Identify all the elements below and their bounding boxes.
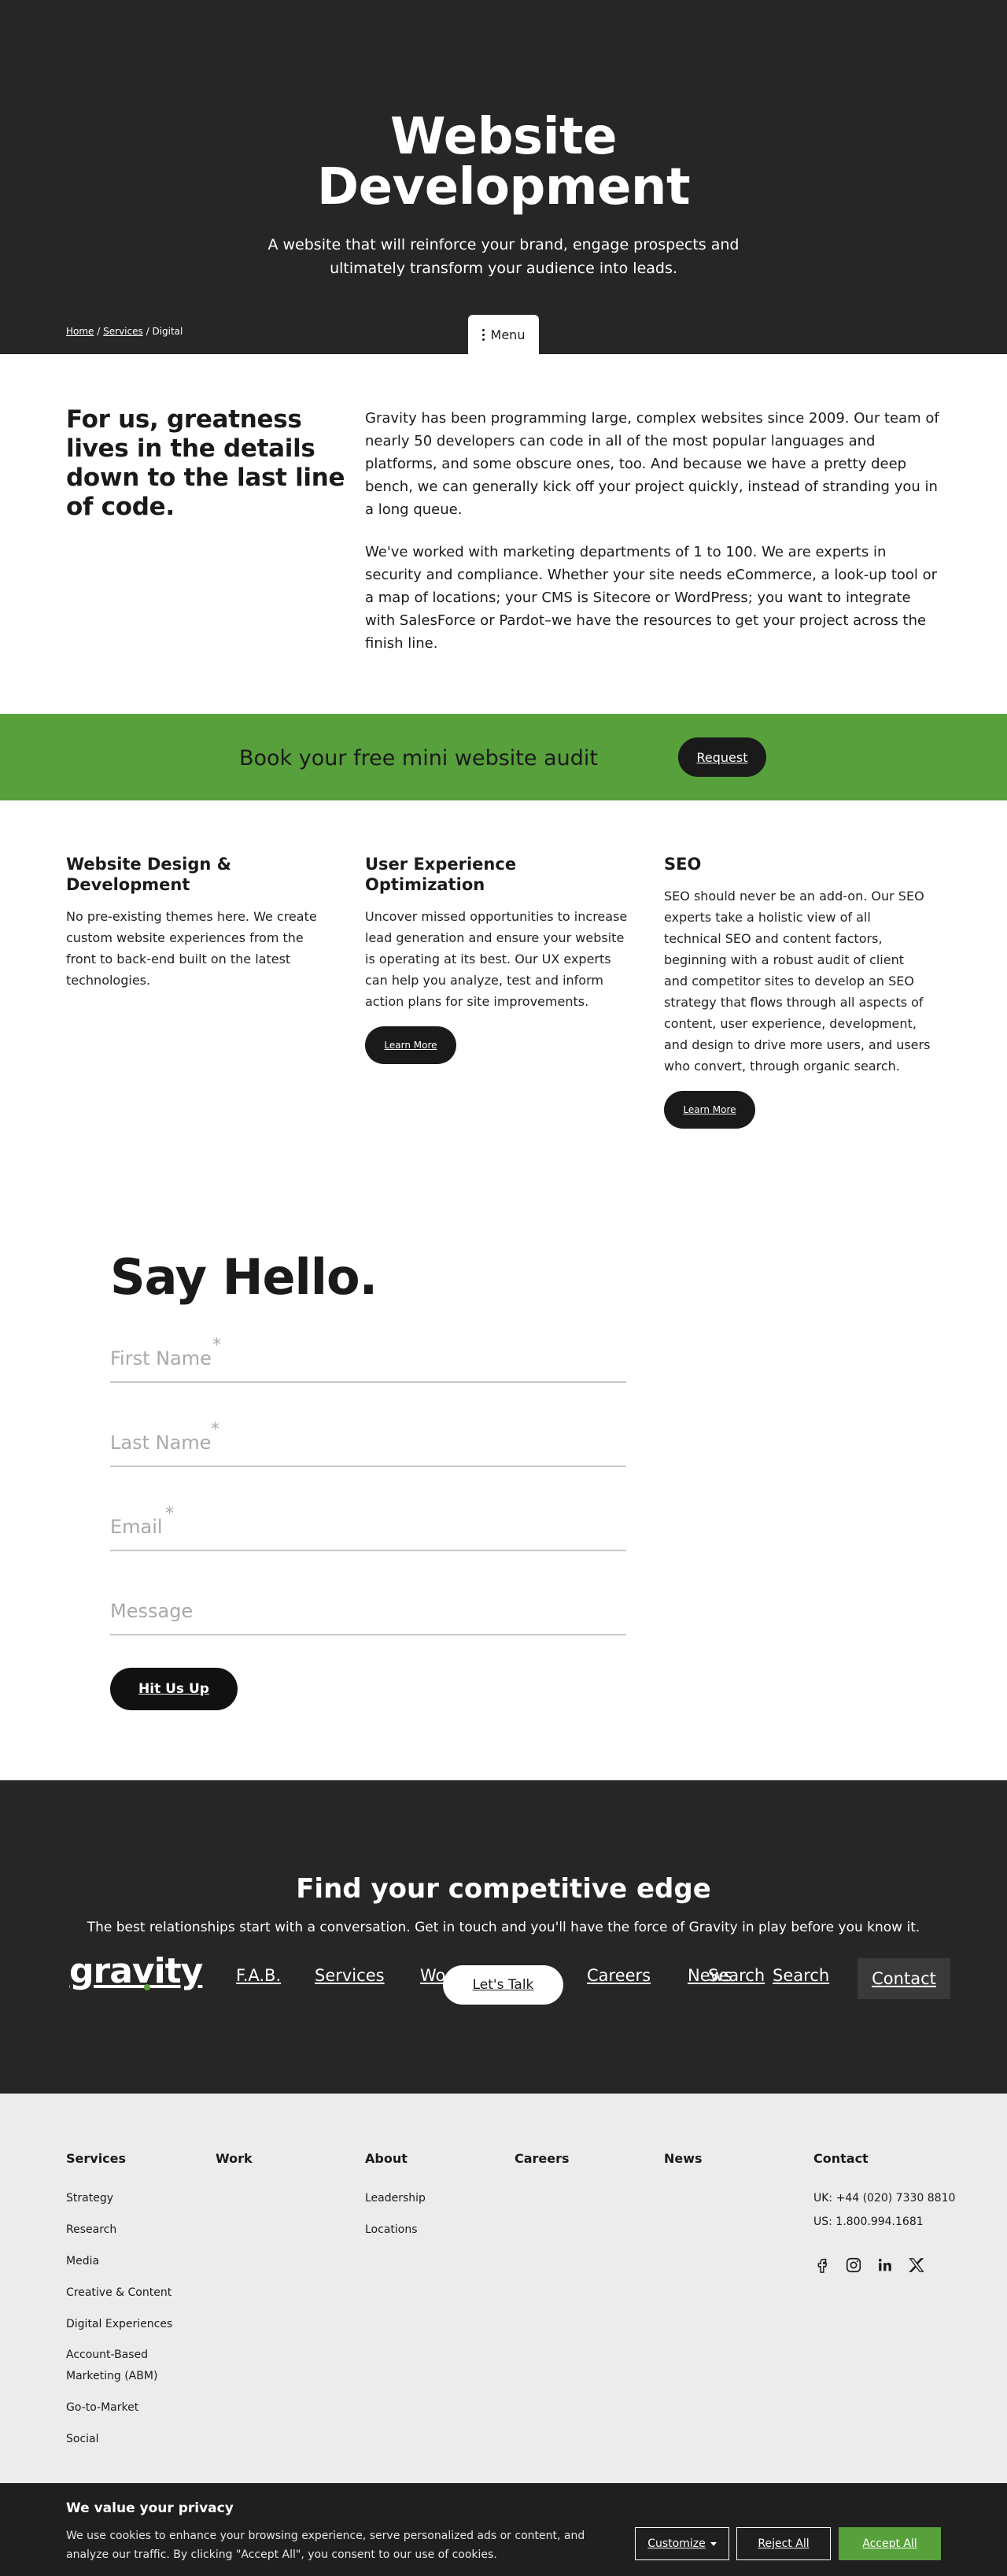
- footer-link[interactable]: Go-to-Market: [66, 2400, 184, 2415]
- hero-subtitle: A website that will reinforce your brand…: [267, 236, 740, 277]
- breadcrumb-separator: /: [146, 326, 149, 337]
- footer-link[interactable]: Media: [66, 2253, 184, 2269]
- breadcrumb-home-link[interactable]: Home: [66, 326, 94, 337]
- footer-link[interactable]: Digital Experiences: [66, 2316, 184, 2332]
- social-links: [813, 2256, 925, 2274]
- footer-link[interactable]: Social: [66, 2431, 184, 2447]
- x-icon[interactable]: [908, 2256, 925, 2274]
- footer-column-careers: Careers: [515, 2151, 570, 2167]
- first-name-input[interactable]: [110, 1336, 626, 1381]
- required-mark: *: [165, 1504, 174, 1524]
- nav-link-search-overlap[interactable]: Search: [708, 1965, 765, 1986]
- cookie-banner: We value your privacy We use cookies to …: [0, 2483, 1007, 2576]
- cta-heading: Find your competitive edge: [296, 1873, 711, 1905]
- footer-heading[interactable]: News: [664, 2151, 703, 2167]
- customize-button-label: Customize: [647, 2537, 706, 2550]
- contact-button[interactable]: Contact: [858, 1958, 950, 1999]
- service-card-seo: SEO SEO should never be an add-on. Our S…: [664, 854, 931, 1129]
- menu-button-label: Menu: [490, 327, 526, 342]
- breadcrumb-services-link[interactable]: Services: [103, 326, 143, 337]
- hero-section: Website Development A website that will r…: [0, 0, 1007, 354]
- service-card-ux: User Experience Optimization Uncover mis…: [365, 854, 633, 1064]
- footer-link[interactable]: Strategy: [66, 2190, 184, 2206]
- service-card-design: Website Design & Development No pre-exis…: [66, 854, 334, 991]
- logo-text: gravity: [69, 1951, 203, 1991]
- logo-dot: [144, 1984, 150, 1990]
- service-title: SEO: [664, 855, 702, 874]
- audit-banner: Book your free mini website audit Reques…: [0, 714, 1007, 800]
- nav-link-fab[interactable]: F.A.B.: [236, 1965, 281, 1986]
- last-name-field: *: [110, 1420, 626, 1467]
- instagram-icon[interactable]: [845, 2256, 862, 2274]
- nav-link-careers[interactable]: Careers: [587, 1965, 651, 1986]
- intro-paragraph: Gravity has been programming large, comp…: [365, 410, 939, 518]
- footer-link[interactable]: Locations: [365, 2222, 426, 2238]
- footer-column-about: About Leadership Locations: [365, 2151, 426, 2253]
- footer-phone-us[interactable]: US: 1.800.994.1681: [813, 2214, 955, 2230]
- breadcrumb-current: Digital: [152, 326, 183, 337]
- required-mark: *: [211, 1420, 219, 1440]
- page-title-line-1: Website: [389, 108, 618, 166]
- submit-button[interactable]: Hit Us Up: [110, 1668, 238, 1710]
- message-field: [110, 1588, 626, 1635]
- linkedin-icon[interactable]: [876, 2256, 894, 2274]
- customize-button[interactable]: Customize: [635, 2527, 729, 2560]
- nav-link-services[interactable]: Services: [315, 1965, 385, 1986]
- email-input[interactable]: [110, 1504, 626, 1550]
- service-description: No pre-existing themes here. We create c…: [66, 909, 317, 988]
- service-title: User Experience Optimization: [365, 855, 517, 894]
- footer-heading[interactable]: Careers: [515, 2151, 570, 2167]
- first-name-field: *: [110, 1336, 626, 1383]
- footer-heading: Services: [66, 2151, 127, 2166]
- cta-section: Find your competitive edge The best rela…: [0, 1780, 1007, 2094]
- contact-form-heading: Say Hello.: [110, 1248, 378, 1306]
- footer-column-contact: Contact UK: +44 (020) 7330 8810 US: 1.80…: [813, 2151, 955, 2245]
- footer-heading: About: [365, 2151, 408, 2166]
- gravity-logo[interactable]: gravity: [69, 1951, 203, 1991]
- intro-heading: For us, greatness lives in the details d…: [66, 405, 345, 521]
- footer-heading: Contact: [813, 2151, 869, 2166]
- intro-paragraph: We've worked with marketing departments …: [365, 544, 938, 652]
- footer-column-work: Work: [216, 2151, 253, 2167]
- breadcrumb-separator: /: [97, 326, 101, 337]
- page-title-line-2: Development: [316, 158, 691, 216]
- footer-link[interactable]: Creative & Content: [66, 2285, 184, 2301]
- required-mark: *: [212, 1336, 221, 1355]
- request-button[interactable]: Request: [678, 737, 766, 777]
- footer-column-news: News: [664, 2151, 703, 2167]
- cookie-title: We value your privacy: [66, 2500, 234, 2516]
- learn-more-button[interactable]: Learn More: [664, 1091, 755, 1129]
- learn-more-button[interactable]: Learn More: [365, 1026, 456, 1064]
- footer-link[interactable]: Research: [66, 2222, 184, 2238]
- caret-down-icon: [710, 2541, 717, 2546]
- footer-column-services: Services Strategy Research Media Creativ…: [66, 2151, 184, 2463]
- lets-talk-button[interactable]: Let's Talk: [443, 1965, 563, 2005]
- accept-all-button[interactable]: Accept All: [839, 2527, 941, 2560]
- reject-all-button[interactable]: Reject All: [736, 2527, 831, 2560]
- nav-link-work[interactable]: Wo: [420, 1965, 445, 1986]
- facebook-icon[interactable]: [813, 2256, 831, 2274]
- cta-text: The best relationships start with a conv…: [87, 1920, 920, 1935]
- service-description: Uncover missed opportunities to increase…: [365, 909, 628, 1009]
- message-input[interactable]: [110, 1588, 626, 1634]
- audit-banner-text: Book your free mini website audit: [239, 746, 598, 771]
- kebab-menu-icon: [481, 328, 485, 341]
- email-field: *: [110, 1504, 626, 1551]
- cookie-text: We use cookies to enhance your browsing …: [66, 2530, 585, 2561]
- service-title: Website Design & Development: [66, 855, 231, 894]
- service-description: SEO should never be an add-on. Our SEO e…: [664, 889, 931, 1074]
- footer-phone-uk[interactable]: UK: +44 (020) 7330 8810: [813, 2190, 955, 2206]
- last-name-input[interactable]: [110, 1420, 626, 1465]
- footer-heading[interactable]: Work: [216, 2151, 253, 2167]
- footer-link[interactable]: Account-Based Marketing (ABM): [66, 2345, 184, 2387]
- footer-link[interactable]: Leadership: [365, 2190, 426, 2206]
- breadcrumb: Home / Services / Digital: [66, 326, 183, 337]
- intro-body: Gravity has been programming large, comp…: [365, 407, 943, 655]
- menu-button[interactable]: Menu: [468, 315, 539, 354]
- page-title: Website Development: [0, 112, 1007, 213]
- nav-link-search[interactable]: Search: [773, 1965, 829, 1986]
